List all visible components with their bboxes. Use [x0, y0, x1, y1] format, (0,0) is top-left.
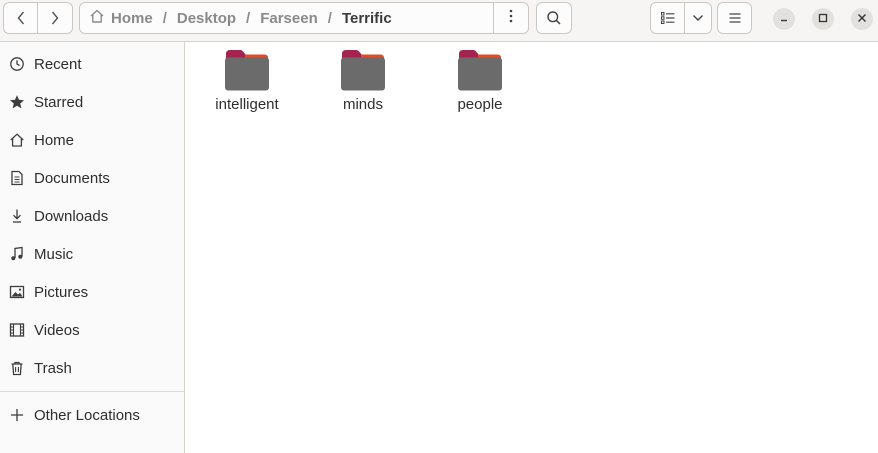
- breadcrumb-label: Home: [111, 9, 153, 27]
- file-name: people: [457, 96, 503, 113]
- chevron-right-icon: [50, 10, 60, 26]
- music-note-icon: [9, 246, 25, 262]
- sidebar-item-recent[interactable]: Recent: [0, 46, 184, 82]
- sidebar-item-label: Recent: [34, 55, 82, 73]
- back-button[interactable]: [3, 2, 38, 34]
- breadcrumb-terrific[interactable]: Terrific: [342, 3, 392, 33]
- breadcrumb-separator: /: [162, 9, 167, 27]
- sidebar-item-trash[interactable]: Trash: [0, 350, 184, 386]
- folder-item[interactable]: people: [430, 48, 530, 118]
- sidebar-item-label: Starred: [34, 93, 84, 111]
- breadcrumb-label: Terrific: [341, 9, 392, 27]
- clock-icon: [9, 56, 25, 72]
- sidebar-item-documents[interactable]: Documents: [0, 160, 184, 196]
- sidebar-item-downloads[interactable]: Downloads: [0, 198, 184, 234]
- hamburger-menu-icon: [729, 13, 741, 23]
- vertical-dots-icon: [509, 9, 513, 28]
- breadcrumb-separator: /: [246, 9, 251, 27]
- folder-icon: [341, 50, 385, 91]
- sidebar-item-music[interactable]: Music: [0, 236, 184, 272]
- folder-icon: [225, 50, 269, 91]
- breadcrumb-label: Farseen: [260, 9, 318, 27]
- view-options-dropdown[interactable]: [684, 2, 712, 34]
- breadcrumb-home[interactable]: Home: [80, 3, 153, 33]
- download-icon: [9, 208, 25, 224]
- list-view-button[interactable]: [650, 2, 685, 34]
- close-icon: [857, 10, 867, 28]
- path-menu-button[interactable]: [493, 3, 528, 33]
- breadcrumb-separator: /: [327, 9, 332, 27]
- maximize-button[interactable]: [812, 8, 834, 30]
- chevron-left-icon: [16, 10, 26, 26]
- search-icon: [546, 10, 562, 26]
- path-bar: Home / Desktop / Farseen / Terrific: [79, 2, 529, 34]
- sidebar-item-home[interactable]: Home: [0, 122, 184, 158]
- trash-icon: [9, 360, 25, 376]
- search-button[interactable]: [536, 2, 572, 34]
- sidebar-item-pictures[interactable]: Pictures: [0, 274, 184, 310]
- home-icon: [9, 132, 25, 148]
- film-icon: [9, 322, 25, 338]
- home-icon: [89, 8, 105, 28]
- main-menu-button[interactable]: [717, 2, 752, 34]
- sidebar-item-label: Documents: [34, 169, 110, 187]
- breadcrumb-label: Desktop: [176, 9, 237, 27]
- star-icon: [9, 94, 25, 110]
- breadcrumb-desktop[interactable]: Desktop: [177, 3, 236, 33]
- sidebar-item-label: Music: [34, 245, 74, 263]
- maximize-icon: [818, 10, 828, 28]
- breadcrumb-farseen[interactable]: Farseen: [260, 3, 318, 33]
- sidebar-item-label: Videos: [34, 321, 80, 339]
- file-name: intelligent: [215, 96, 279, 113]
- forward-button[interactable]: [37, 2, 73, 34]
- chevron-down-icon: [692, 14, 704, 22]
- sidebar-item-label: Pictures: [34, 283, 89, 301]
- folder-item[interactable]: intelligent: [197, 48, 297, 118]
- sidebar: Recent Starred Home Documents Downloads …: [0, 42, 185, 453]
- folder-item[interactable]: minds: [313, 48, 413, 118]
- sidebar-divider: [0, 391, 184, 392]
- sidebar-item-other-locations[interactable]: Other Locations: [0, 397, 184, 433]
- sidebar-item-starred[interactable]: Starred: [0, 84, 184, 120]
- file-name: minds: [342, 96, 383, 113]
- close-window-button[interactable]: [851, 8, 873, 30]
- list-view-icon: [660, 12, 675, 24]
- minimize-button[interactable]: [773, 8, 795, 30]
- sidebar-item-label: Downloads: [34, 207, 109, 225]
- sidebar-item-label: Other Locations: [34, 406, 140, 424]
- plus-icon: [9, 407, 25, 423]
- file-view: intelligent minds people: [186, 42, 878, 453]
- document-icon: [9, 170, 25, 186]
- folder-icon: [458, 50, 502, 91]
- minimize-icon: [779, 10, 789, 28]
- sidebar-item-videos[interactable]: Videos: [0, 312, 184, 348]
- sidebar-item-label: Trash: [34, 359, 72, 377]
- sidebar-item-label: Home: [34, 131, 75, 149]
- header-bar: Home / Desktop / Farseen / Terrific: [0, 0, 878, 42]
- picture-icon: [9, 284, 25, 300]
